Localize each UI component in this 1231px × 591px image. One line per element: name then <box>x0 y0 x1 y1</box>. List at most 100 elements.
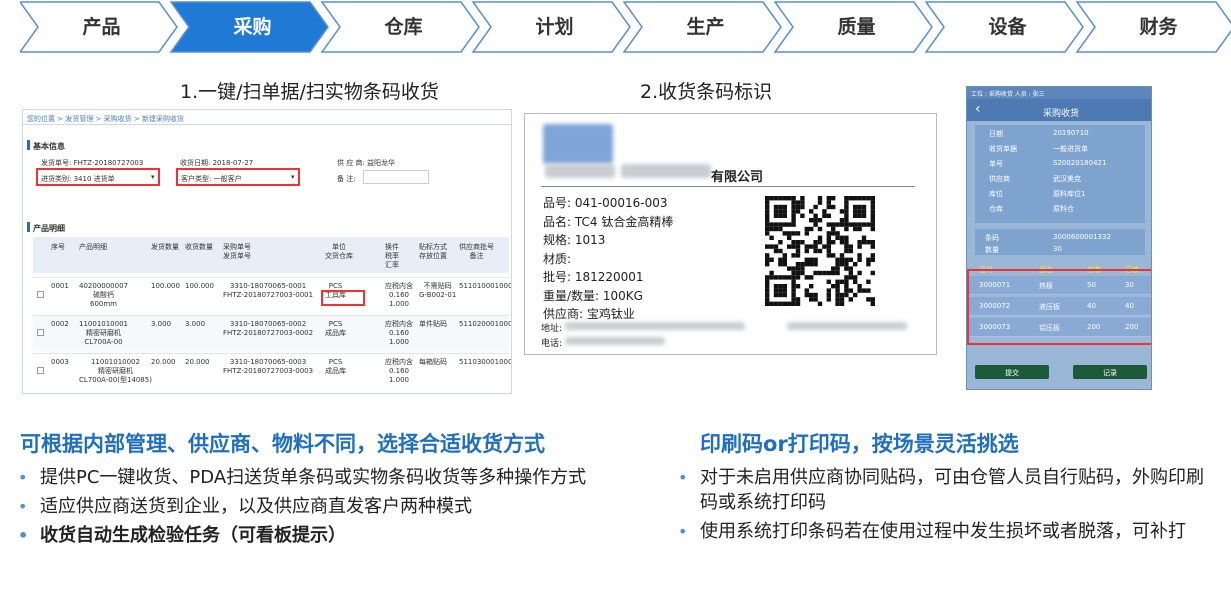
cust-type-select[interactable]: 客户类型: 一般客户 <box>181 174 242 184</box>
nav-step-label[interactable]: 设备 <box>932 12 1083 42</box>
supplier: 供 应 商: 益阳龙华 <box>337 159 396 167</box>
qty-label: 数量 <box>985 246 999 254</box>
right-bullets: 对于未启用供应商协同贴码，可由仓管人员自行贴码，外购印刷码或系统打印码 使用系统… <box>674 465 1214 548</box>
label-field: 规格: 1013 <box>543 233 606 247</box>
nav-step-label[interactable]: 财务 <box>1083 12 1231 42</box>
table-cell: 0002 <box>51 320 69 328</box>
pda-field-label: 库位 <box>989 190 1003 198</box>
pda-field-value[interactable]: 20190710 <box>1053 129 1089 137</box>
left-bullet: 收货自动生成检验任务（可看板提示） <box>14 523 634 548</box>
pda-field-value[interactable]: 原料库位1 <box>1053 189 1085 199</box>
table-header: 发货数量 <box>151 243 179 251</box>
left-bullet: 提供PC一键收货、PDA扫送货单条码或实物条码收货等多种操作方式 <box>14 465 634 490</box>
table-cell: 3.000 <box>185 320 206 328</box>
label-field: 重量/数量: 100KG <box>543 288 643 303</box>
receive-date: 收货日期: 2018-07-27 <box>180 159 254 167</box>
row-checkbox[interactable] <box>37 329 44 336</box>
left-bullet: 适应供应商送货到企业，以及供应商直发客户两种模式 <box>14 494 634 519</box>
pda-status: 工位 : 采购收货 人员 : 张三 <box>971 91 1045 98</box>
qr-code-icon <box>765 196 875 306</box>
label-field: 品名: TC4 钛合金高精棒 <box>543 214 674 229</box>
table-header: 采购单号 发货单号 <box>223 243 251 260</box>
chevron-down-icon: ▾ <box>291 173 295 181</box>
address-label: 地址: <box>541 324 563 334</box>
caption-left: 1.一键/扫单据/扫实物条码收货 <box>180 81 439 103</box>
table-cell: 5110100010005 <box>459 282 512 290</box>
barcode-value[interactable]: 3000600001332 <box>1053 233 1111 241</box>
table-cell: 40200000007 硫酸钙 600mm <box>79 282 128 308</box>
label-field: 批号: 181220001 <box>543 270 644 284</box>
table-header: 序号 <box>51 243 65 251</box>
barcode-label: 有限公司 品号: 041-00016-003 品名: TC4 钛合金高精棒 规格: … <box>524 113 937 355</box>
right-bullet: 使用系统打印条码若在使用过程中发生损坏或者脱落，可补打 <box>674 519 1214 544</box>
pda-field-label: 日期 <box>989 130 1003 138</box>
pc-receive-screen: 您的位置 > 发货管理 > 采购收货 > 新建采购收货 基本信息 发货单号: F… <box>22 109 512 394</box>
table-cell: 3310-18070065-0003 FHTZ-20180727003-0003 <box>223 358 314 375</box>
label-field: 材质: <box>543 251 572 266</box>
nav-step-label[interactable]: 生产 <box>630 12 781 42</box>
table-cell: 5110300010005 <box>459 358 512 366</box>
basic-info-title: 基本信息 <box>33 142 65 151</box>
remark-input[interactable] <box>363 170 429 184</box>
phone-label: 电话: <box>541 339 563 349</box>
table-cell: 单件贴码 <box>419 320 447 328</box>
qty-value[interactable]: 30 <box>1053 245 1062 253</box>
chevron-down-icon: ▾ <box>151 173 155 181</box>
submit-button[interactable]: 提交 <box>975 365 1049 379</box>
table-header: 供应商批号 备注 <box>459 243 494 260</box>
nav-step-label[interactable]: 仓库 <box>328 12 479 42</box>
pda-field-label: 仓库 <box>989 205 1003 213</box>
table-cell: 100.000 <box>151 282 180 290</box>
table-header: 贴标方式 存放位置 <box>419 243 447 260</box>
table-cell: 20.000 <box>185 358 210 366</box>
pda-title: 采购收货 <box>1043 109 1080 119</box>
right-bullet: 对于未启用供应商协同贴码，可由仓管人员自行贴码，外购印刷码或系统打印码 <box>674 465 1214 515</box>
barcode-label: 条码 <box>985 234 999 242</box>
detail-table: 序号 产品明细 发货数量 收货数量 采购单号 发货单号 单位 交货仓库 换件 税率 汇率 贴标… <box>33 237 512 392</box>
table-cell: 3310-18070065-0001 FHTZ-20180727003-0001 <box>223 282 314 299</box>
pda-field-label: 收货单据 <box>989 145 1017 153</box>
pda-field-label: 供应商 <box>989 175 1010 183</box>
record-button[interactable]: 记录 <box>1073 365 1147 379</box>
warehouse-highlight <box>321 290 365 306</box>
table-cell: 应税内含 0.160 1.000 <box>385 320 413 346</box>
process-nav: 产品 采购 仓库 计划 生产 质量 设备 财务 <box>20 0 1231 54</box>
back-icon[interactable]: ‹ <box>975 101 981 117</box>
nav-step-label[interactable]: 质量 <box>781 12 932 42</box>
table-cell: 11001010001 精密研磨机 CL700A-00 <box>79 320 128 346</box>
pda-field-value[interactable]: 武汉美克 <box>1053 174 1081 184</box>
detail-title: 产品明细 <box>33 224 65 233</box>
nav-step-label[interactable]: 计划 <box>479 12 630 42</box>
in-type-select[interactable]: 进货类别: 3410 进货单 <box>41 174 115 184</box>
table-cell: 11001010002 精密研磨机 CL700A-00(型14085) <box>79 358 152 384</box>
table-cell: 3.000 <box>151 320 172 328</box>
table-cell: PCS 成品库 <box>325 358 346 375</box>
label-field: 供应商: 宝鸡钛业 <box>543 307 635 321</box>
nav-step-label[interactable]: 产品 <box>26 12 177 42</box>
table-cell: 3310-18070065-0002 FHTZ-20180727003-0002 <box>223 320 314 337</box>
pda-field-value[interactable]: S20020180421 <box>1053 159 1106 167</box>
right-heading: 印刷码or打印码，按场景灵活挑选 <box>700 432 1019 456</box>
company-name: 有限公司 <box>711 170 764 185</box>
left-bullets: 提供PC一键收货、PDA扫送货单条码或实物条码收货等多种操作方式 适应供应商送货… <box>14 465 634 552</box>
table-cell: 0001 <box>51 282 69 290</box>
nav-step-label[interactable]: 采购 <box>177 12 328 42</box>
table-header: 换件 税率 汇率 <box>385 243 399 269</box>
pda-screen: 工位 : 采购收货 人员 : 张三 ‹ 采购收货 日期 20190710 收货单据 一… <box>966 86 1152 390</box>
table-header: 收货数量 <box>185 243 213 251</box>
table-cell: 100.000 <box>185 282 214 290</box>
label-field: 品号: 041-00016-003 <box>543 196 668 210</box>
pda-field-value[interactable]: 原料仓 <box>1053 204 1074 214</box>
table-cell: 0003 <box>51 358 69 366</box>
remark-label: 备 注: <box>337 175 356 183</box>
table-header: 产品明细 <box>79 243 107 251</box>
row-checkbox[interactable] <box>37 291 44 298</box>
pda-field-value[interactable]: 一般进货单 <box>1053 144 1088 154</box>
row-checkbox[interactable] <box>37 367 44 374</box>
pda-table-highlight <box>967 269 1151 345</box>
pda-field-label: 单号 <box>989 160 1003 168</box>
table-header: 单位 交货仓库 <box>325 243 353 260</box>
table-cell: 不需贴码 G-B002-01 <box>419 282 457 299</box>
ship-no: 发货单号: FHTZ-20180727003 <box>41 159 144 167</box>
table-cell: 应税内含 0.160 1.000 <box>385 282 413 308</box>
